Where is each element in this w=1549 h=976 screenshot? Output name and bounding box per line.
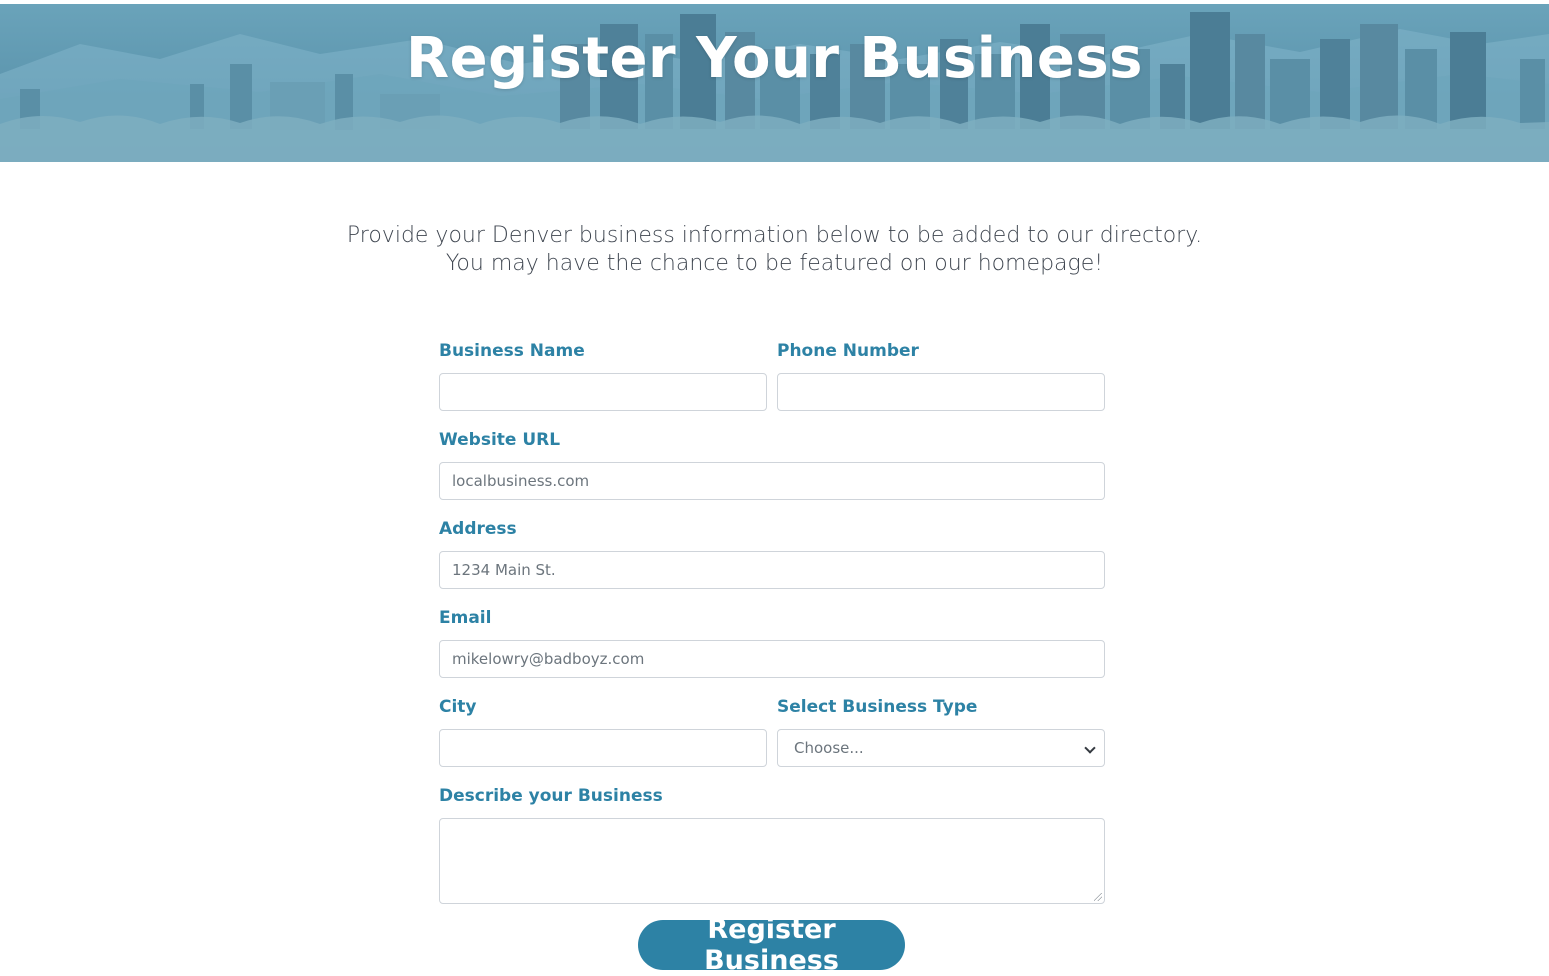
email-input[interactable] [439, 640, 1105, 678]
phone-number-label: Phone Number [777, 341, 919, 361]
business-name-label: Business Name [439, 341, 585, 361]
email-label: Email [439, 608, 492, 628]
chevron-down-icon [1084, 742, 1096, 754]
address-label: Address [439, 519, 517, 539]
address-input[interactable] [439, 551, 1105, 589]
register-business-button[interactable]: Register Business [638, 914, 905, 976]
intro-text: Provide your Denver business information… [0, 222, 1549, 278]
business-type-selected-value: Choose... [794, 739, 864, 757]
intro-line-2: You may have the chance to be featured o… [445, 251, 1104, 276]
page-title: Register Your Business [405, 26, 1144, 91]
description-label: Describe your Business [439, 786, 663, 806]
website-url-input[interactable] [439, 462, 1105, 500]
phone-number-input[interactable] [777, 373, 1105, 411]
city-input[interactable] [439, 729, 767, 767]
description-textarea[interactable] [439, 818, 1105, 904]
website-url-label: Website URL [439, 430, 561, 450]
business-type-select[interactable]: Choose... [777, 729, 1105, 767]
business-type-label: Select Business Type [777, 697, 978, 717]
intro-line-1: Provide your Denver business information… [346, 223, 1203, 248]
business-name-input[interactable] [439, 373, 767, 411]
resize-handle-icon[interactable] [1094, 893, 1102, 901]
hero-banner: Register Your Business [0, 4, 1549, 162]
city-label: City [439, 697, 477, 717]
